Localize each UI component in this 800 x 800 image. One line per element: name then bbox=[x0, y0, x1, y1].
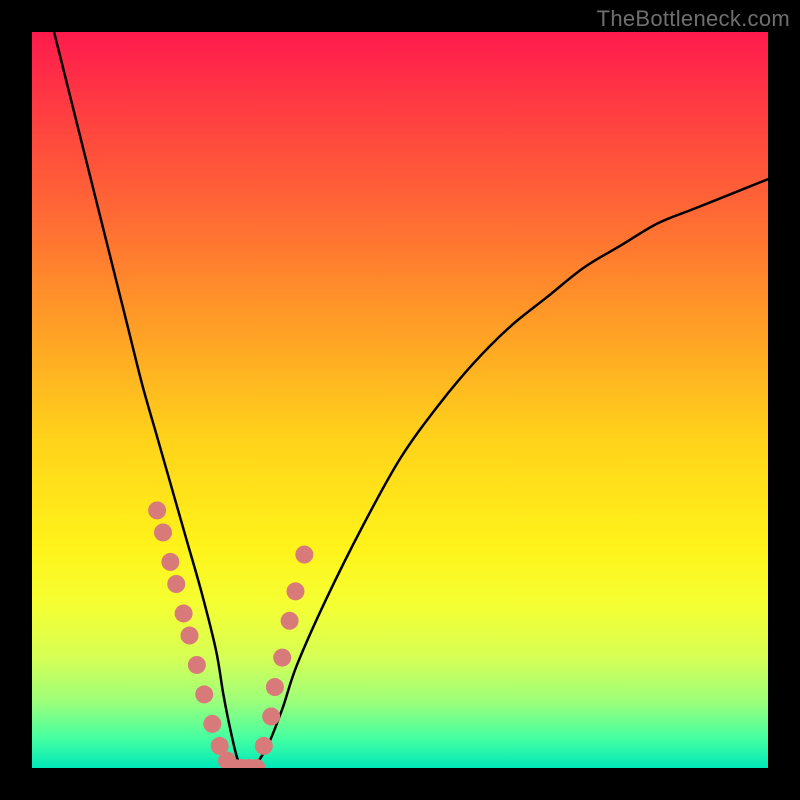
curve-layer bbox=[54, 32, 768, 768]
plot-area bbox=[32, 32, 768, 768]
marker-dot bbox=[167, 575, 185, 593]
chart-svg bbox=[32, 32, 768, 768]
marker-dot bbox=[286, 582, 304, 600]
marker-dot bbox=[281, 612, 299, 630]
watermark-text: TheBottleneck.com bbox=[597, 6, 790, 32]
marker-dot bbox=[295, 546, 313, 564]
marker-dot bbox=[175, 604, 193, 622]
marker-dot bbox=[203, 715, 221, 733]
marker-dot bbox=[154, 523, 172, 541]
marker-dot bbox=[266, 678, 284, 696]
marker-dot bbox=[195, 685, 213, 703]
marker-dot bbox=[161, 553, 179, 571]
marker-dot bbox=[273, 649, 291, 667]
marker-dot bbox=[181, 627, 199, 645]
bottleneck-curve bbox=[54, 32, 768, 768]
marker-dot bbox=[188, 656, 206, 674]
chart-frame: TheBottleneck.com bbox=[0, 0, 800, 800]
marker-dot bbox=[262, 707, 280, 725]
marker-dot bbox=[148, 501, 166, 519]
marker-dot bbox=[255, 737, 273, 755]
